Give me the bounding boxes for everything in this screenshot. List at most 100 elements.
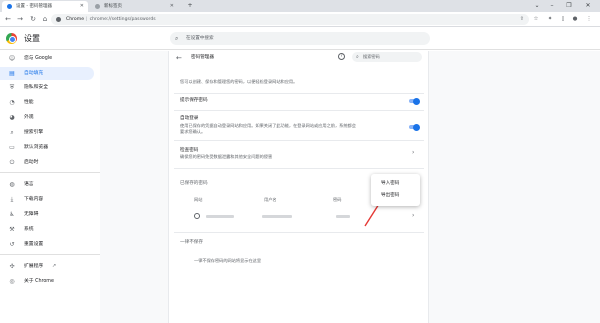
url-text: chrome://settings/passwords — [89, 17, 156, 22]
sidebar-item-accessibility[interactable]: ♿ 无障碍 — [0, 208, 94, 221]
tab-strip: 设置 - 密码管理器 ✕ 新标签页 ✕ + ⌄ – ❐ ✕ — [0, 0, 600, 12]
sidebar-item-extensions[interactable]: ✣ 扩展程序 ↗ — [0, 260, 94, 273]
help-icon[interactable]: ? — [338, 53, 345, 60]
speedometer-icon: ◔ — [9, 99, 15, 106]
sidebar-item-performance[interactable]: ◔ 性能 — [0, 96, 94, 109]
back-arrow-icon[interactable]: ← — [176, 54, 182, 62]
home-icon[interactable]: ⌂ — [39, 12, 51, 27]
auto-signin-desc-line1: 使用已保存的凭据自动登录网站和应用。如果关闭了此功能，在登录网站或应用之前，系统… — [180, 123, 356, 128]
settings-search-input[interactable]: ⌕ 在设置中搜索 — [170, 32, 430, 45]
sidebar-divider — [0, 254, 100, 255]
forward-button[interactable]: → — [14, 12, 26, 27]
sidebar-item-about-chrome[interactable]: ◎ 关于 Chrome — [0, 275, 94, 288]
maximize-button[interactable]: ❐ — [563, 0, 575, 12]
section-title: 密码管理器 — [191, 55, 214, 60]
divider — [174, 93, 424, 94]
external-link-icon: ↗ — [52, 263, 57, 269]
auto-signin-toggle[interactable] — [409, 123, 420, 131]
saved-passwords-heading: 已保存的密码 — [180, 181, 208, 186]
wrench-icon: ⚒ — [9, 226, 15, 233]
divider — [174, 168, 424, 169]
settings-header: 设置 ⌕ 在设置中搜索 — [0, 28, 600, 50]
browser-icon: ▭ — [9, 144, 15, 151]
close-tab-icon[interactable]: ✕ — [80, 1, 84, 12]
palette-icon: ◕ — [9, 114, 15, 121]
chrome-icon — [56, 17, 61, 22]
share-icon[interactable]: ⇪ — [520, 14, 524, 25]
gear-icon — [7, 4, 12, 9]
person-icon: ☺ — [8, 55, 16, 62]
sidebar-item-you-and-google[interactable]: ☺ 您与 Google — [0, 52, 94, 65]
import-passwords-menu-item[interactable]: 导入密码 — [371, 178, 420, 189]
autofill-icon: ▤ — [9, 70, 15, 77]
puzzle-icon: ✣ — [9, 263, 15, 270]
offer-save-toggle[interactable] — [409, 97, 420, 105]
site-name-redacted — [206, 215, 234, 218]
minimize-button[interactable]: – — [546, 0, 558, 12]
tab-new-tab[interactable]: 新标签页 ✕ — [90, 1, 178, 12]
sidebar-item-downloads[interactable]: ⤓ 下载内容 — [0, 193, 94, 206]
search-icon: ⌕ — [356, 54, 359, 60]
accessibility-icon: ♿ — [9, 211, 15, 218]
tab-settings[interactable]: 设置 - 密码管理器 ✕ — [2, 1, 88, 12]
auto-signin-desc-line2: 要求您确认。 — [180, 129, 206, 134]
column-header-password: 密码 — [333, 197, 342, 202]
sidebar-item-privacy[interactable]: ⛨ 隐私和安全 — [0, 81, 94, 94]
sidebar-item-appearance[interactable]: ◕ 外观 — [0, 111, 94, 124]
divider — [174, 110, 424, 111]
shield-icon: ⛨ — [9, 84, 15, 91]
origin-label: Chrome — [66, 17, 85, 22]
intro-text: 您可以创建、保存和管理您的密码，以便轻松登录网站和应用。 — [180, 79, 298, 84]
export-passwords-menu-item[interactable]: 导出密码 — [371, 190, 420, 201]
password-search-input[interactable]: ⌕ 搜索密码 — [352, 52, 422, 62]
chevron-right-icon: › — [412, 212, 415, 219]
column-header-site: 网站 — [194, 197, 203, 202]
password-search-placeholder: 搜索密码 — [363, 54, 380, 59]
check-passwords-desc: 确保您的密码免受数据泄露和其他安全问题的侵害 — [180, 154, 273, 159]
sidebar-item-reset[interactable]: ↺ 重置设置 — [0, 238, 94, 251]
column-header-username: 用户名 — [264, 197, 277, 202]
username-redacted — [262, 215, 292, 218]
close-tab-icon[interactable]: ✕ — [170, 1, 174, 12]
auto-signin-label: 自动登录 — [180, 116, 199, 121]
profile-icon[interactable]: ● — [570, 12, 580, 27]
power-icon: ⏻ — [9, 159, 15, 166]
new-tab-button[interactable]: + — [184, 0, 196, 12]
chrome-logo-icon — [6, 33, 17, 44]
site-favicon-icon — [194, 213, 200, 219]
back-button[interactable]: ← — [2, 12, 14, 27]
never-saved-heading: 一律不保存 — [180, 240, 203, 245]
sidebar-item-system[interactable]: ⚒ 系统 — [0, 223, 94, 236]
globe-icon: ◍ — [9, 181, 15, 188]
sidebar-item-autofill[interactable]: ▤ 自动填充 — [0, 67, 94, 80]
divider — [174, 140, 424, 141]
search-icon: ⌕ — [10, 129, 14, 136]
address-bar[interactable]: Chrome | chrome://settings/passwords ⇪ — [51, 14, 529, 25]
sidebar-item-default-browser[interactable]: ▭ 默认浏览器 — [0, 141, 94, 154]
download-icon: ⤓ — [10, 196, 14, 203]
search-placeholder: 在设置中搜索 — [186, 36, 214, 41]
sidebar-item-on-startup[interactable]: ⏻ 启动时 — [0, 156, 94, 169]
sidebar-item-languages[interactable]: ◍ 语言 — [0, 178, 94, 191]
tab-label: 设置 - 密码管理器 — [16, 4, 52, 9]
menu-icon[interactable]: ⋮ — [584, 12, 594, 27]
settings-sidebar: ☺ 您与 Google ▤ 自动填充 ⛨ 隐私和安全 ◔ 性能 ◕ 外观 ⌕ 搜索引擎 ▭ 默… — [0, 51, 100, 323]
chevron-right-icon: › — [412, 149, 415, 156]
globe-icon — [95, 4, 100, 9]
close-window-button[interactable]: ✕ — [582, 0, 594, 12]
bookmark-star-icon[interactable]: ☆ — [531, 12, 541, 27]
divider — [174, 232, 424, 233]
tab-label: 新标签页 — [104, 4, 122, 9]
browser-toolbar: ← → ↻ ⌂ Chrome | chrome://settings/passwor… — [0, 12, 600, 27]
never-saved-empty-text: 一律不保存密码的网站将显示在这里 — [194, 258, 262, 263]
passwords-more-menu: 导入密码 导出密码 — [371, 174, 420, 206]
side-panel-icon[interactable]: ▯ — [558, 12, 568, 27]
sidebar-divider — [0, 172, 100, 173]
reset-icon: ↺ — [9, 241, 15, 248]
sidebar-item-search-engine[interactable]: ⌕ 搜索引擎 — [0, 126, 94, 139]
extensions-icon[interactable]: ✦ — [545, 12, 555, 27]
tab-search-icon[interactable]: ⌄ — [531, 0, 543, 12]
search-icon: ⌕ — [175, 35, 179, 42]
chrome-icon: ◎ — [9, 278, 15, 285]
reload-button[interactable]: ↻ — [27, 12, 39, 27]
